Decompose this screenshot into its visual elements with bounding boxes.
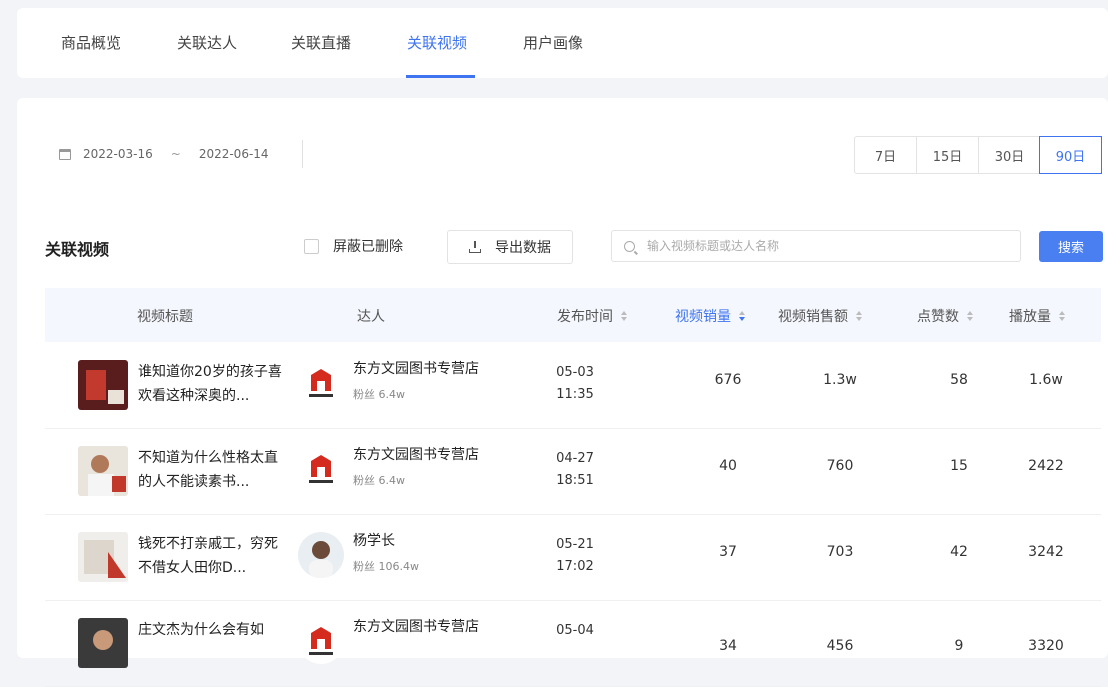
hide-deleted-checkbox[interactable] [304, 238, 319, 254]
search-icon [624, 240, 635, 252]
tab-related-videos[interactable]: 关联视频 [407, 32, 467, 53]
store-logo-icon [298, 618, 344, 664]
publish-time: 04-27 18:51 [556, 451, 594, 488]
plays: 2422 [1028, 458, 1064, 474]
hide-deleted-label: 屏蔽已删除 [333, 239, 403, 255]
range-15d-button[interactable]: 15日 [916, 137, 978, 173]
tab-bar: 商品概览 关联达人 关联直播 关联视频 用户画像 [17, 8, 1108, 78]
export-label: 导出数据 [495, 240, 551, 256]
section-title: 关联视频 [45, 240, 110, 259]
influencer-name[interactable]: 杨学长 [353, 530, 395, 550]
divider [302, 140, 303, 168]
date-range-picker[interactable]: 2022-03-16 ~ 2022-06-14 [47, 138, 303, 170]
store-logo-icon [298, 446, 344, 492]
video-title[interactable]: 不知道为什么性格太直的人不能读素书... [138, 446, 288, 496]
export-data-button[interactable]: 导出数据 [447, 230, 573, 264]
plays: 3320 [1028, 638, 1064, 654]
video-thumbnail[interactable] [78, 360, 128, 410]
publish-time: 05-21 17:02 [556, 537, 594, 574]
fan-count: 粉丝 6.4w [353, 474, 405, 487]
range-30d-button[interactable]: 30日 [978, 137, 1040, 173]
col-likes[interactable]: 点赞数 [917, 306, 973, 326]
table-row[interactable]: 庄文杰为什么会有如 东方文园图书专营店 05-04 34 456 9 3320 [45, 600, 1101, 687]
tab-product-overview[interactable]: 商品概览 [61, 32, 121, 53]
sort-icon[interactable] [856, 311, 862, 321]
likes: 9 [954, 638, 964, 654]
sort-icon[interactable] [1059, 311, 1065, 321]
likes: 15 [950, 458, 968, 474]
quick-range-group: 7日 15日 30日 90日 [854, 136, 1102, 174]
video-thumbnail[interactable] [78, 618, 128, 668]
col-video-revenue[interactable]: 视频销售额 [778, 306, 862, 326]
fan-count: 粉丝 6.4w [353, 388, 405, 401]
search-input[interactable] [645, 238, 1020, 254]
tab-user-profile[interactable]: 用户画像 [523, 32, 583, 53]
likes: 42 [950, 544, 968, 560]
influencer-name[interactable]: 东方文园图书专营店 [353, 358, 479, 378]
sort-icon[interactable] [621, 311, 627, 321]
col-influencer: 达人 [357, 309, 385, 325]
video-sales: 37 [719, 544, 737, 560]
store-logo-icon [298, 360, 344, 406]
col-plays[interactable]: 播放量 [1009, 306, 1065, 326]
active-tab-indicator [406, 75, 475, 78]
publish-time: 05-04 [556, 623, 594, 638]
plays: 1.6w [1029, 372, 1063, 388]
date-end: 2022-06-14 [198, 147, 269, 161]
video-revenue: 456 [826, 638, 854, 654]
col-video-sales[interactable]: 视频销量 [675, 306, 745, 326]
video-revenue: 703 [826, 544, 854, 560]
avatar [298, 532, 344, 578]
table-row[interactable]: 不知道为什么性格太直的人不能读素书... 东方文园图书专营店 粉丝 6.4w 0… [45, 428, 1101, 515]
main-panel: 2022-03-16 ~ 2022-06-14 7日 15日 30日 90日 关… [17, 98, 1108, 687]
influencer-name[interactable]: 东方文园图书专营店 [353, 616, 479, 636]
col-publish-time[interactable]: 发布时间 [557, 306, 627, 326]
download-icon [469, 241, 481, 253]
hide-deleted-filter[interactable]: 屏蔽已删除 [304, 236, 403, 256]
video-thumbnail[interactable] [78, 532, 128, 582]
video-thumbnail[interactable] [78, 446, 128, 496]
table-header: 视频标题 达人 发布时间 视频销量 视频销售额 点赞数 播放量 [45, 288, 1101, 342]
publish-time: 05-03 11:35 [556, 365, 594, 402]
table-row[interactable]: 谁知道你20岁的孩子喜欢看这种深奥的... 东方文园图书专营店 粉丝 6.4w … [45, 342, 1101, 429]
video-revenue: 1.3w [823, 372, 857, 388]
video-sales: 40 [719, 458, 737, 474]
range-7d-button[interactable]: 7日 [855, 137, 916, 173]
calendar-icon [59, 148, 71, 160]
table-row[interactable]: 钱死不打亲戚工，穷死不借女人田你D... 杨学长 粉丝 106.4w 05-21… [45, 514, 1101, 601]
search-button[interactable]: 搜索 [1039, 231, 1103, 262]
fan-count: 粉丝 106.4w [353, 560, 419, 573]
likes: 58 [950, 372, 968, 388]
video-sales: 676 [714, 372, 742, 388]
influencer-name[interactable]: 东方文园图书专营店 [353, 444, 479, 464]
video-title[interactable]: 庄文杰为什么会有如 [138, 618, 288, 668]
date-start: 2022-03-16 [83, 147, 153, 161]
video-sales: 34 [719, 638, 737, 654]
tab-related-live[interactable]: 关联直播 [291, 32, 351, 53]
col-video-title: 视频标题 [137, 309, 193, 325]
range-90d-button[interactable]: 90日 [1039, 136, 1102, 174]
sort-icon[interactable] [739, 311, 745, 321]
video-title[interactable]: 钱死不打亲戚工，穷死不借女人田你D... [138, 532, 288, 582]
tab-related-influencers[interactable]: 关联达人 [177, 32, 237, 53]
video-revenue: 760 [826, 458, 854, 474]
sort-icon[interactable] [967, 311, 973, 321]
plays: 3242 [1028, 544, 1064, 560]
video-title[interactable]: 谁知道你20岁的孩子喜欢看这种深奥的... [138, 360, 288, 410]
search-box [611, 230, 1021, 262]
date-separator: ~ [170, 147, 181, 161]
